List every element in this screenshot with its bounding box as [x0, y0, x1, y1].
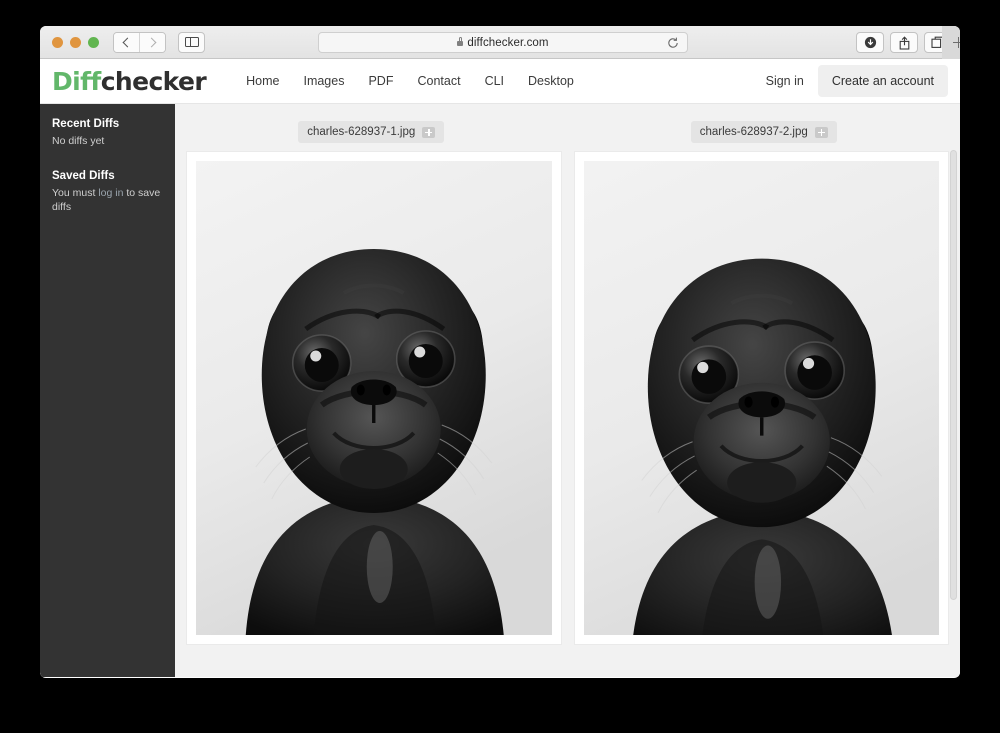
vertical-scrollbar[interactable] — [950, 150, 957, 600]
header-account-actions: Sign in Create an account — [766, 59, 948, 103]
recent-diffs-title: Recent Diffs — [52, 118, 163, 130]
reload-icon — [666, 36, 680, 50]
nav-item-pdf[interactable]: PDF — [368, 74, 393, 88]
add-image-icon-right[interactable] — [815, 127, 828, 138]
minimize-button[interactable] — [70, 37, 81, 48]
browser-window: diffchecker.com — [40, 26, 960, 678]
toolbar-actions — [856, 32, 952, 53]
left-image[interactable] — [196, 161, 552, 635]
diff-content-area: charles-628937-1.jpg charles-628937-2.jp… — [175, 104, 960, 677]
app-body: Recent Diffs No diffs yet Saved Diffs Yo… — [40, 104, 960, 677]
right-image-pane[interactable] — [575, 152, 949, 644]
chevron-left-icon — [123, 37, 133, 47]
window-controls — [52, 37, 99, 48]
sidebar-toggle-icon — [185, 37, 199, 47]
left-sidebar: Recent Diffs No diffs yet Saved Diffs Yo… — [40, 104, 175, 677]
lock-icon — [457, 41, 463, 46]
left-file-chip[interactable]: charles-628937-1.jpg — [298, 121, 444, 143]
saved-diffs-title: Saved Diffs — [52, 170, 163, 182]
logo-text-first: Diff — [52, 67, 101, 96]
plus-icon-left — [425, 129, 432, 136]
sidebar-toggle-button[interactable] — [178, 32, 205, 53]
browser-toolbar: diffchecker.com — [40, 26, 960, 59]
plus-icon — [953, 37, 961, 48]
logo-text-second: checker — [101, 67, 206, 96]
right-image[interactable] — [584, 161, 940, 635]
left-file-name: charles-628937-1.jpg — [307, 126, 415, 138]
chevron-right-icon — [147, 37, 157, 47]
diffchecker-logo[interactable]: Diffchecker — [52, 69, 206, 94]
forward-button[interactable] — [139, 33, 165, 52]
address-bar[interactable]: diffchecker.com — [318, 32, 688, 53]
log-in-link[interactable]: log in — [98, 187, 123, 199]
nav-item-contact[interactable]: Contact — [417, 74, 460, 88]
recent-diffs-section: Recent Diffs No diffs yet — [52, 118, 163, 148]
image-compare-panes — [175, 143, 960, 644]
pug-photo-right — [584, 161, 940, 635]
nav-item-cli[interactable]: CLI — [485, 74, 504, 88]
saved-diffs-section: Saved Diffs You must log in to save diff… — [52, 170, 163, 214]
pug-photo-left — [196, 161, 552, 635]
nav-item-images[interactable]: Images — [303, 74, 344, 88]
add-image-icon-left[interactable] — [422, 127, 435, 138]
address-bar-text: diffchecker.com — [467, 37, 548, 49]
downloads-button[interactable] — [856, 32, 884, 53]
recent-diffs-empty-text: No diffs yet — [52, 134, 163, 148]
left-image-pane[interactable] — [187, 152, 561, 644]
left-file-col: charles-628937-1.jpg — [175, 121, 568, 143]
right-file-col: charles-628937-2.jpg — [568, 121, 961, 143]
maximize-button[interactable] — [88, 37, 99, 48]
saved-diffs-hint: You must log in to save diffs — [52, 186, 163, 214]
right-file-name: charles-628937-2.jpg — [700, 126, 808, 138]
new-tab-button[interactable] — [942, 26, 960, 59]
navigation-buttons — [113, 32, 166, 53]
downloads-icon — [864, 36, 877, 49]
sign-in-link[interactable]: Sign in — [766, 74, 804, 88]
file-labels-row: charles-628937-1.jpg charles-628937-2.jp… — [175, 104, 960, 143]
saved-hint-prefix: You must — [52, 187, 98, 199]
create-account-button[interactable]: Create an account — [818, 65, 948, 97]
share-icon — [898, 36, 911, 50]
nav-item-home[interactable]: Home — [246, 74, 279, 88]
screen: diffchecker.com — [0, 0, 1000, 733]
plus-icon-right — [818, 129, 825, 136]
site-header: Diffchecker Home Images PDF Contact CLI … — [40, 59, 960, 104]
close-button[interactable] — [52, 37, 63, 48]
main-navigation: Home Images PDF Contact CLI Desktop — [246, 74, 574, 88]
share-button[interactable] — [890, 32, 918, 53]
back-button[interactable] — [114, 33, 139, 52]
nav-item-desktop[interactable]: Desktop — [528, 74, 574, 88]
right-file-chip[interactable]: charles-628937-2.jpg — [691, 121, 837, 143]
reload-button[interactable] — [666, 36, 680, 50]
